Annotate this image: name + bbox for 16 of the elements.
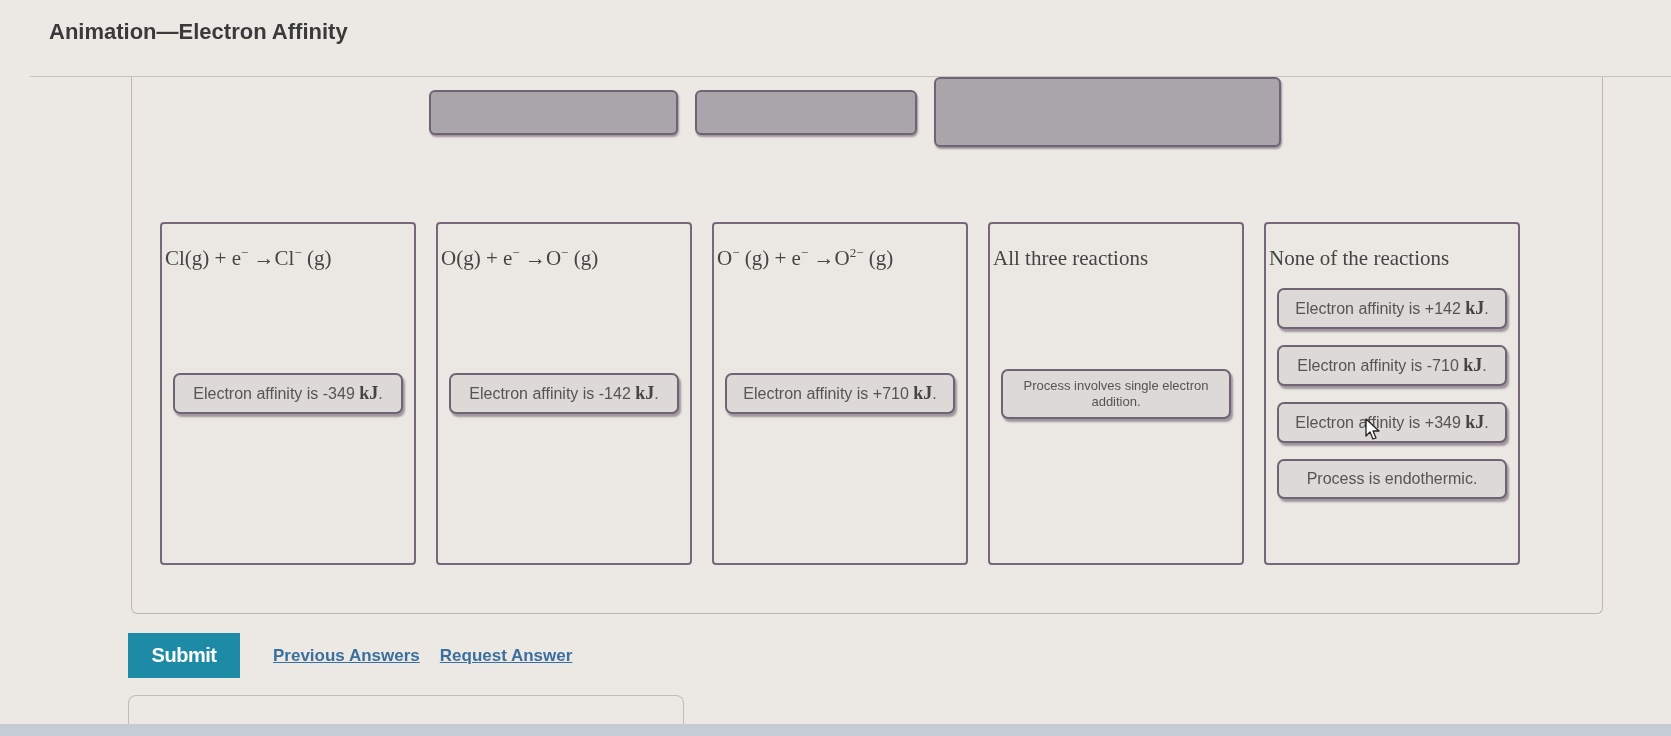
category-label: O(g) + e$^{−}$ →O$^{−}$ (g) <box>441 247 599 269</box>
category-label: None of the reactions <box>1269 247 1450 269</box>
category-label: O$^{−}$ (g) + e$^{−}$ →O$^{2−}$ (g) <box>717 247 894 269</box>
answer-tile[interactable]: Electron affinity is -710 kJ. <box>1277 345 1507 386</box>
category-label: Cl(g) + e$^{−}$ →Cl$^{−}$ (g) <box>165 247 332 269</box>
category-label: All three reactions <box>993 247 1149 269</box>
answer-tile[interactable]: Process is endothermic. <box>1277 459 1507 499</box>
text-link[interactable]: Request Answer <box>439 645 573 666</box>
page-title: Animation—Electron Affinity <box>49 19 348 45</box>
answer-tile[interactable]: Electron affinity is +710 kJ. <box>725 373 955 414</box>
answer-tile[interactable]: Process involves single electron addition. <box>1001 368 1231 419</box>
text-link[interactable]: Previous Answers <box>273 645 420 666</box>
answer-tile[interactable]: Electron affinity is +142 kJ. <box>1277 288 1507 329</box>
answer-tile[interactable]: Electron affinity is -142 kJ. <box>449 373 679 414</box>
answer-tile[interactable]: Electron affinity is -349 kJ. <box>173 373 403 414</box>
submit-button[interactable]: Submit <box>128 633 240 678</box>
